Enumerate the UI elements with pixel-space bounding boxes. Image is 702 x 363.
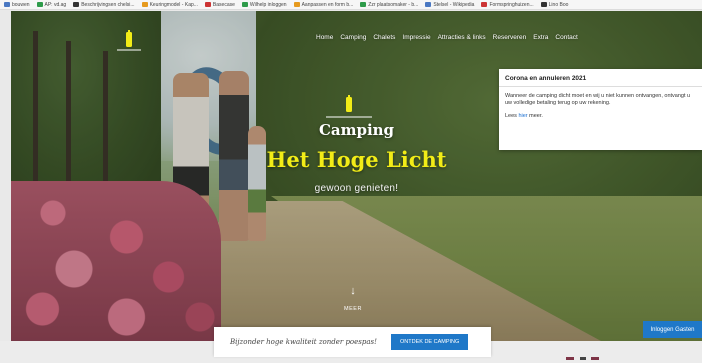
- popup-link-line: Lees hier meer.: [499, 107, 702, 119]
- bookmark-item[interactable]: Aanpassen en form b...: [293, 1, 354, 8]
- bookmark-item[interactable]: Formspringhuizen...: [481, 1, 534, 8]
- bookmark-label: Basecase: [212, 1, 235, 8]
- bookmark-icon: [293, 2, 300, 7]
- popup-read-more-link[interactable]: hier: [518, 113, 527, 119]
- footer-mark: [566, 357, 574, 360]
- popup-link-prefix: Lees: [505, 113, 519, 119]
- bookmark-label: Beschrijvingsen chelsi...: [81, 1, 135, 8]
- bookmark-item[interactable]: Beschrijvingsen chelsi...: [73, 1, 135, 8]
- bookmark-item[interactable]: Zzr plaatsomaker - b...: [360, 2, 418, 8]
- hero-title-large: Het Hoge Licht: [266, 147, 447, 172]
- nav-item-camping[interactable]: Camping: [340, 34, 366, 41]
- bookmark-label: AP: vd.ag: [44, 1, 67, 8]
- bookmark-label: Stelsel - Wikipedia: [433, 1, 475, 8]
- hero-subtitle: gewoon genieten!: [314, 183, 399, 194]
- bookmark-icon: [204, 2, 211, 7]
- bookmark-item[interactable]: bouwen: [4, 2, 30, 8]
- bookmark-icon: [241, 2, 248, 7]
- bookmark-icon: [73, 2, 80, 7]
- camping-logo-icon[interactable]: [115, 29, 143, 57]
- nav-item-attracties[interactable]: Attracties & links: [438, 34, 486, 41]
- bookmark-item[interactable]: Keuringmodel - Kap...: [141, 1, 198, 8]
- hero-section: Home Camping Chalets Impressie Attractie…: [11, 11, 702, 341]
- bookmark-icon: [36, 2, 43, 7]
- footer-mark: [591, 357, 599, 360]
- bookmark-label: Keuringmodel - Kap...: [149, 1, 198, 8]
- bookmark-icon: [425, 2, 432, 7]
- bookmarks-bar: bouwen AP: vd.ag Beschrijvingsen chelsi...…: [0, 0, 702, 10]
- more-label: MEER: [344, 306, 362, 312]
- popup-body: Wanneer de camping dicht moet en wij u n…: [505, 93, 691, 106]
- popup-title: Corona en annuleren 2021: [499, 69, 702, 87]
- corona-notice-popup: Corona en annuleren 2021 Wanneer de camp…: [499, 69, 702, 150]
- bookmark-item[interactable]: Stelsel - Wikipedia: [425, 2, 474, 8]
- bookmark-label: Lino Boo: [548, 1, 569, 8]
- bookmark-label: Aanpassen en form b...: [301, 1, 354, 8]
- guest-login-button[interactable]: Inloggen Gasten: [643, 321, 702, 338]
- bookmark-label: Zzr plaatsomaker - b...: [368, 1, 419, 8]
- nav-item-contact[interactable]: Contact: [555, 34, 577, 41]
- cta-tagline: Bijzonder hoge kwaliteit zonder poespas!: [230, 338, 377, 346]
- arrow-down-icon: ↓: [350, 285, 356, 297]
- bookmark-item[interactable]: Basecase: [204, 1, 235, 8]
- nav-item-extra[interactable]: Extra: [533, 34, 548, 41]
- footer-mark: [580, 357, 586, 360]
- more-link[interactable]: ↓ MEER: [333, 286, 373, 315]
- bookmark-label: Formspringhuizen...: [489, 1, 534, 8]
- browser-viewport: bouwen AP: vd.ag Beschrijvingsen chelsi...…: [0, 0, 702, 363]
- bookmark-icon: [481, 2, 488, 7]
- bookmark-item[interactable]: AP: vd.ag: [36, 1, 67, 8]
- bookmark-item[interactable]: Lino Boo: [540, 1, 569, 8]
- bookmark-label: bouwen: [12, 1, 30, 8]
- lantern-icon: [326, 95, 372, 118]
- nav-item-chalets[interactable]: Chalets: [373, 34, 395, 41]
- popup-link-suffix: meer.: [527, 113, 543, 119]
- bookmark-icon: [4, 2, 10, 7]
- bookmark-item[interactable]: Wilhelp inloggen: [241, 1, 287, 8]
- bookmark-label: Wilhelp inloggen: [249, 1, 287, 8]
- main-nav: Home Camping Chalets Impressie Attractie…: [316, 34, 578, 41]
- nav-item-home[interactable]: Home: [316, 34, 333, 41]
- discover-camping-button[interactable]: ONTDEK DE CAMPING: [391, 334, 469, 350]
- bookmark-icon: [360, 2, 367, 7]
- cta-bar: Bijzonder hoge kwaliteit zonder poespas!…: [214, 327, 491, 357]
- bookmark-icon: [141, 2, 148, 7]
- bookmark-icon: [540, 2, 547, 7]
- nav-item-reserveren[interactable]: Reserveren: [493, 34, 527, 41]
- nav-item-impressie[interactable]: Impressie: [402, 34, 430, 41]
